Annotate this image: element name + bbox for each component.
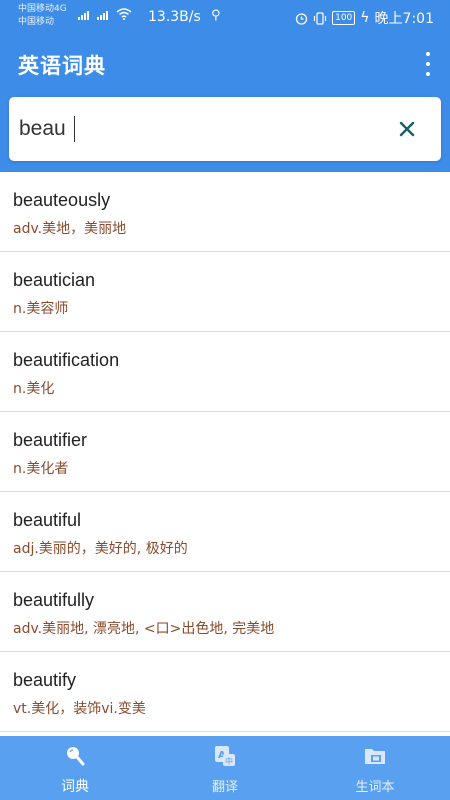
svg-text:中: 中 (225, 756, 233, 766)
word: beautiful (13, 510, 82, 530)
carrier-name-1: 中国移动4G (18, 4, 67, 14)
wifi-icon (116, 8, 132, 20)
word: beautifully (13, 590, 95, 610)
list-item[interactable]: beautiful adj.美丽的，美好的, 极好的 (0, 492, 450, 572)
word-meaning: adv.美地，美丽地 (13, 221, 127, 237)
nav-label: 生词本 (355, 780, 395, 795)
signal-icon-2 (97, 11, 108, 20)
carrier-name-2: 中国移动 (18, 17, 55, 27)
list-item[interactable]: beautician n.美容师 (0, 252, 450, 332)
search-input[interactable] (19, 109, 379, 149)
usb-icon: ⚲ (211, 8, 221, 23)
status-right: 100 ϟ 晚上7:01 (295, 8, 434, 28)
app-title: 英语词典 (18, 54, 106, 78)
bottom-nav: 词典 A 中 翻译 生词本 (0, 736, 450, 800)
text-caret (74, 116, 75, 142)
search-box (9, 97, 441, 161)
word-meaning: adv.美丽地, 漂亮地, <口>出色地, 完美地 (13, 621, 275, 637)
list-item[interactable]: beauteously adv.美地，美丽地 (0, 172, 450, 252)
list-item[interactable]: beautifully adv.美丽地, 漂亮地, <口>出色地, 完美地 (0, 572, 450, 652)
list-item[interactable]: beautification n.美化 (0, 332, 450, 412)
nav-tab-wordbook[interactable]: 生词本 (300, 736, 450, 800)
word: beautification (13, 350, 120, 370)
vibrate-icon (314, 11, 327, 25)
alarm-icon (295, 12, 308, 25)
word: beauteously (13, 190, 111, 210)
word-meaning: n.美化 (13, 381, 55, 397)
word-meaning: n.美化者 (13, 461, 69, 477)
charging-icon: ϟ (360, 10, 370, 26)
translate-icon: A 中 (215, 746, 235, 766)
battery-icon: 100 (332, 11, 356, 25)
word-meaning: n.美容师 (13, 301, 69, 317)
results-list: beauteously adv.美地，美丽地 beautician n.美容师 … (0, 172, 450, 732)
word: beautifier (13, 430, 88, 450)
app-bar: 英语词典 (0, 36, 450, 94)
carrier-info: 中国移动4G 中国移动 (18, 3, 67, 29)
list-item[interactable]: beautify vt.美化，装饰vi.变美 (0, 652, 450, 732)
clear-icon[interactable] (395, 117, 419, 141)
status-bar: 中国移动4G 中国移动 13.3B/s ⚲ 100 ϟ 晚上7:01 (0, 0, 450, 36)
list-item[interactable]: beautifier n.美化者 (0, 412, 450, 492)
nav-tab-dictionary[interactable]: 词典 (0, 736, 150, 800)
word: beautician (13, 270, 96, 290)
word-meaning: adj.美丽的，美好的, 极好的 (13, 541, 188, 557)
word: beautify (13, 670, 77, 690)
clock: 晚上7:01 (374, 11, 434, 27)
nav-tab-translate[interactable]: A 中 翻译 (150, 736, 300, 800)
signal-icon (78, 11, 89, 20)
search-icon (67, 747, 85, 766)
folder-icon (365, 749, 385, 764)
nav-label: 词典 (61, 779, 89, 795)
network-speed: 13.3B/s (148, 9, 201, 25)
signal-indicators (78, 8, 132, 20)
nav-label: 翻译 (211, 780, 238, 795)
word-meaning: vt.美化，装饰vi.变美 (13, 701, 146, 717)
more-options-icon[interactable] (424, 52, 432, 76)
